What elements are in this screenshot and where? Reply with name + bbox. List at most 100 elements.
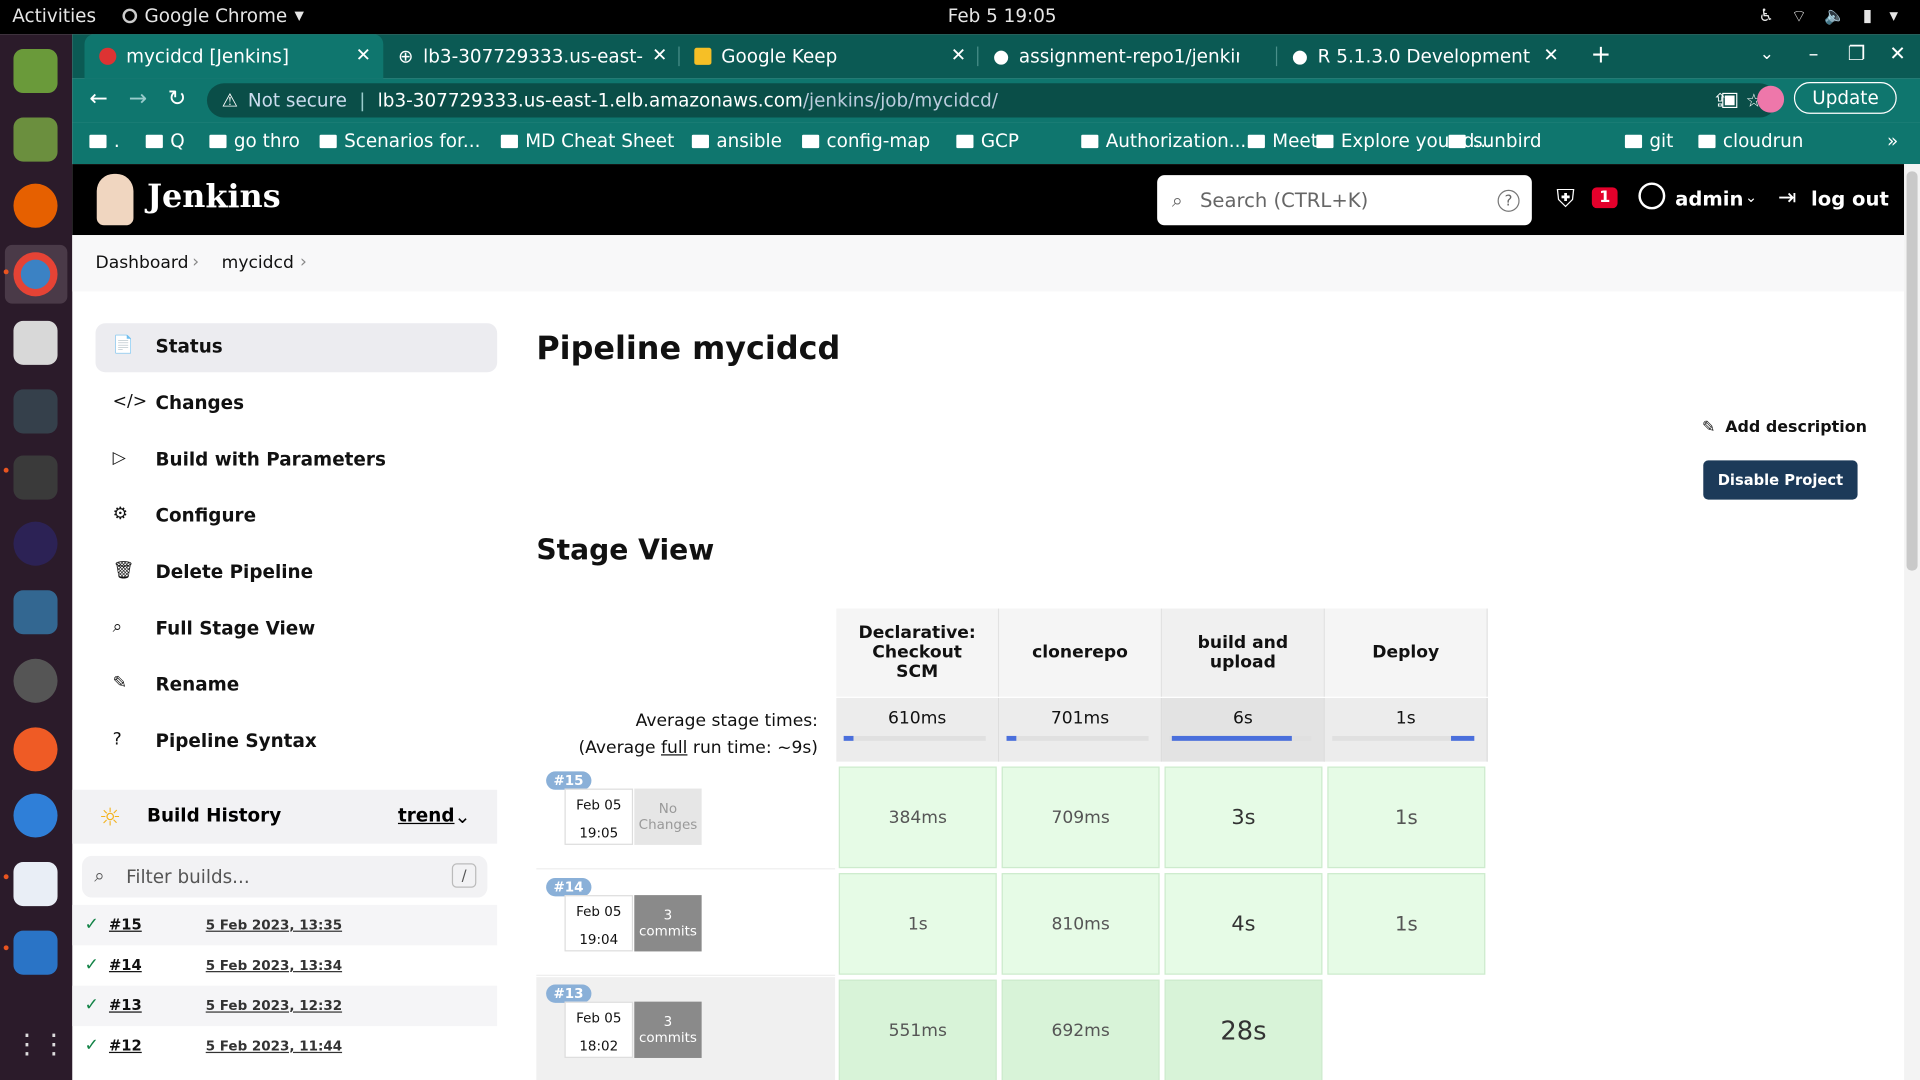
address-bar[interactable]: ⚠ Not secure | lb3-307729333.us-east-1.e… (206, 83, 1777, 118)
app-menu[interactable]: Google Chrome ▼ (122, 5, 304, 27)
chevron-right-icon[interactable]: › (192, 252, 199, 272)
nav-item-configure[interactable]: ⚙ Configure (96, 492, 498, 541)
update-button[interactable]: Update (1793, 82, 1898, 114)
bookmark-item[interactable]: Q (145, 130, 185, 152)
scrollbar[interactable] (1904, 164, 1920, 1080)
stage-cell[interactable]: 709ms (1001, 766, 1160, 869)
bookmark-item[interactable]: go thro (209, 130, 300, 152)
reload-icon[interactable]: ↻ (168, 86, 186, 112)
chevron-down-icon[interactable]: ⌄ (1745, 189, 1757, 206)
close-icon[interactable]: ✕ (1543, 44, 1558, 66)
accessibility-icon[interactable]: ♿ (1758, 6, 1773, 28)
help-icon[interactable] (13, 793, 58, 838)
nav-item-changes[interactable]: </> Changes (96, 380, 498, 429)
forward-icon[interactable]: → (129, 86, 147, 112)
terminal-icon[interactable] (13, 455, 58, 500)
volume-icon[interactable]: 🔈 (1824, 6, 1845, 28)
chevron-right-icon[interactable]: › (300, 252, 307, 272)
app-launcher-icon[interactable] (13, 48, 58, 94)
shield-icon[interactable]: ⛨ (1556, 184, 1574, 213)
bookmark-item[interactable]: git (1624, 130, 1673, 152)
build-date-link[interactable]: 5 Feb 2023, 11:44 (206, 1038, 342, 1054)
build-date-link[interactable]: 5 Feb 2023, 12:32 (206, 998, 342, 1014)
avatar[interactable] (1757, 85, 1785, 113)
close-icon[interactable]: ✕ (356, 44, 371, 66)
bookmark-item[interactable]: . (89, 130, 120, 152)
nav-item-build-with-parameters[interactable]: ▷ Build with Parameters (96, 436, 498, 485)
build-number-link[interactable]: #13 (109, 997, 142, 1014)
tab-lb3[interactable]: ⊕ lb3-307729333.us-east-1.e ✕ (383, 34, 680, 78)
run-number-badge[interactable]: #14 (546, 877, 591, 897)
nav-item-delete-pipeline[interactable]: 🗑 Delete Pipeline (96, 549, 498, 598)
stage-cell[interactable]: 4s (1164, 873, 1323, 975)
breadcrumb-job[interactable]: mycidcd (222, 253, 294, 273)
tab-search-icon[interactable]: ⌄ (1760, 44, 1774, 64)
jenkins-brand[interactable]: Jenkins (147, 179, 281, 216)
bookmark-item[interactable]: Authorization... (1081, 130, 1246, 152)
nav-item-rename[interactable]: ✎ Rename (96, 661, 498, 710)
trend-link[interactable]: trend (398, 804, 455, 826)
stage-cell[interactable]: 551ms (838, 979, 997, 1080)
disable-project-button[interactable]: Disable Project (1703, 460, 1858, 500)
stage-cell[interactable]: 3s (1164, 766, 1323, 869)
nav-item-pipeline-syntax[interactable]: ? Pipeline Syntax (96, 718, 498, 767)
run-changes[interactable]: 3 commits (634, 1001, 702, 1058)
run-number-badge[interactable]: #15 (546, 771, 591, 790)
tab-github[interactable]: ● assignment-repo1/jenkins (978, 34, 1278, 78)
bookmark-item[interactable]: cloudrun (1698, 130, 1803, 152)
nav-item-status[interactable]: 📄 Status (95, 323, 498, 373)
build-number-link[interactable]: #12 (109, 1037, 142, 1054)
stage-cell[interactable]: 1s (838, 873, 997, 975)
build-number-link[interactable]: #15 (109, 916, 142, 933)
build-date-link[interactable]: 5 Feb 2023, 13:34 (206, 958, 342, 974)
user-menu[interactable]: admin (1675, 187, 1743, 210)
back-icon[interactable]: ← (89, 86, 107, 112)
filter-builds-input[interactable]: ⌕ Filter builds... / (82, 855, 488, 898)
stage-cell[interactable]: 28s (1164, 979, 1323, 1080)
battery-icon[interactable]: ▮ (1863, 6, 1872, 28)
tab-keep[interactable]: Google Keep ✕ (680, 34, 979, 78)
close-window-icon[interactable]: ✕ (1889, 42, 1905, 65)
disk-icon[interactable] (13, 658, 58, 703)
logout-icon[interactable]: ⇥ (1778, 185, 1796, 211)
close-icon[interactable]: ✕ (652, 44, 667, 66)
close-icon[interactable]: ✕ (951, 44, 966, 66)
sidepanel-icon[interactable]: ▣ (1720, 87, 1739, 110)
postgres-icon[interactable] (13, 590, 58, 635)
restore-icon[interactable]: ❐ (1848, 42, 1866, 65)
bookmark-item[interactable]: sunbird (1448, 130, 1542, 152)
stage-cell[interactable]: 1s (1327, 873, 1486, 975)
breadcrumb-dashboard[interactable]: Dashboard (96, 253, 189, 273)
bookmark-item[interactable]: config-map (802, 130, 930, 152)
bookmark-item[interactable]: GCP (956, 130, 1019, 152)
postman-icon[interactable] (13, 727, 58, 772)
help-icon[interactable]: ? (1497, 189, 1520, 212)
minimize-icon[interactable]: – (1809, 42, 1819, 65)
bookmark-item[interactable]: MD Cheat Sheet (500, 130, 674, 152)
run-changes[interactable]: No Changes (634, 788, 702, 845)
stage-cell[interactable]: 692ms (1001, 979, 1160, 1080)
add-description-link[interactable]: ✎ Add description (1702, 419, 1867, 437)
build-date-link[interactable]: 5 Feb 2023, 13:35 (206, 917, 342, 933)
scrollbar-thumb[interactable] (1906, 171, 1918, 571)
user-icon[interactable] (1638, 182, 1666, 210)
tab-r[interactable]: ● R 5.1.3.0 Development Ph ✕ (1277, 34, 1571, 78)
network-icon[interactable]: ⌔ (1791, 6, 1807, 28)
bookmark-item[interactable]: ansible (691, 130, 782, 152)
writer-icon[interactable] (13, 930, 58, 975)
alert-badge[interactable]: 1 (1591, 187, 1618, 209)
clock[interactable]: Feb 5 19:05 (948, 5, 1057, 27)
monitor-icon[interactable] (13, 389, 58, 434)
nav-item-full-stage-view[interactable]: ⌕ Full Stage View (96, 605, 498, 654)
new-tab-icon[interactable]: + (1591, 39, 1612, 68)
files-icon[interactable] (13, 320, 58, 365)
logout-link[interactable]: log out (1811, 187, 1889, 210)
stage-cell[interactable]: 384ms (838, 766, 997, 869)
bookmark-item[interactable]: Scenarios for... (319, 130, 480, 152)
show-apps-icon[interactable]: ⋮⋮ (13, 1024, 67, 1068)
stage-cell[interactable]: 810ms (1001, 873, 1160, 975)
system-tray[interactable]: ♿ ⌔ 🔈 ▮ ▾ (1758, 6, 1897, 28)
bookmark-item[interactable]: Meet (1247, 130, 1318, 152)
text-editor-icon[interactable] (13, 862, 58, 907)
editor-icon[interactable] (13, 117, 58, 162)
